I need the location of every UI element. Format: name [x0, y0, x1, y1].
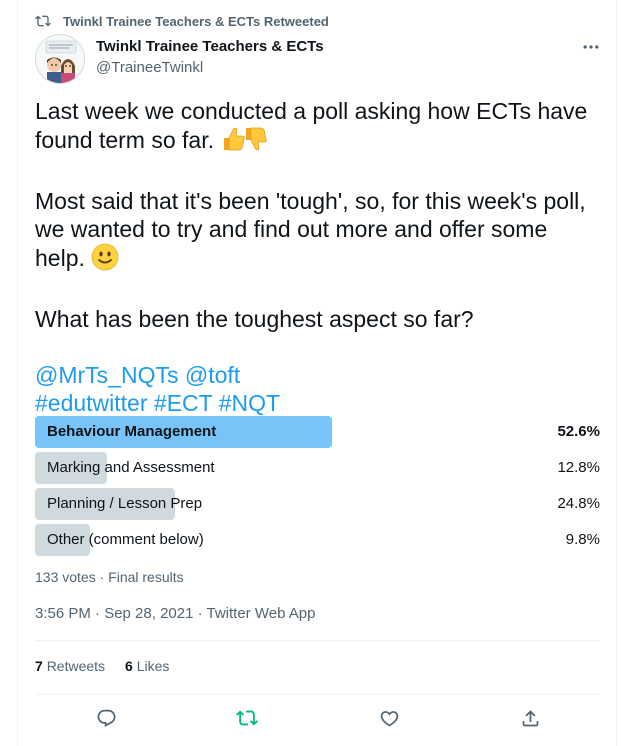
- likes-label: Likes: [136, 658, 170, 674]
- column-border-right: [616, 0, 617, 746]
- action-bar: [35, 700, 600, 736]
- poll-option-label: Planning / Lesson Prep: [47, 495, 203, 512]
- more-options-button[interactable]: [576, 34, 606, 60]
- heart-icon: [380, 710, 398, 727]
- poll-option-label: Behaviour Management: [47, 423, 217, 440]
- retweet-button[interactable]: [235, 706, 259, 730]
- retweets-label: Retweets: [46, 658, 106, 674]
- author-handle[interactable]: @TraineeTwinkl: [96, 59, 203, 76]
- poll-option-percent: 12.8%: [557, 459, 600, 476]
- tweet-text-segment: What has been the toughest aspect so far…: [35, 306, 474, 332]
- retweet-banner[interactable]: Twinkl Trainee Teachers & ECTs Retweeted: [35, 12, 329, 30]
- poll-option-percent: 9.8%: [565, 531, 600, 548]
- tweet-text-segment: help.: [35, 245, 85, 271]
- tweet-line: found term so far.: [35, 125, 610, 159]
- avatar-image: [36, 35, 84, 83]
- tweet-timestamp[interactable]: 3:56 PM · Sep 28, 2021 · Twitter Web App: [35, 605, 315, 622]
- tweet-text-segment: Most said that it's been 'tough', so, fo…: [35, 188, 586, 214]
- poll-option: Planning / Lesson Prep 24.8%: [35, 488, 602, 520]
- retweet-banner-text: Twinkl Trainee Teachers & ECTs Retweeted: [63, 13, 329, 29]
- hashtag-link[interactable]: #NQT: [219, 390, 280, 416]
- author-name[interactable]: Twinkl Trainee Teachers & ECTs: [96, 38, 324, 55]
- retweet-icon: [35, 15, 51, 27]
- hashtag-link[interactable]: #ECT: [154, 390, 212, 416]
- poll-option: Other (comment below) 9.8%: [35, 524, 602, 556]
- share-button[interactable]: [518, 706, 542, 730]
- divider: [35, 694, 600, 695]
- tweet-text-segment: we wanted to try and find out more and o…: [35, 216, 548, 242]
- tweet-line: Last week we conducted a poll asking how…: [35, 97, 610, 125]
- engagement-stats: 7 Retweets 6 Likes: [35, 658, 169, 674]
- likes-stat[interactable]: 6 Likes: [125, 658, 169, 674]
- slightly-smiling-emoji: [91, 243, 119, 277]
- tweet-text-segment: found term so far.: [35, 127, 214, 153]
- retweets-count: 7: [35, 658, 43, 674]
- avatar[interactable]: [35, 34, 85, 84]
- retweet-icon: [236, 710, 258, 726]
- mention-link[interactable]: @MrTs_NQTs: [35, 362, 178, 388]
- hashtag-link[interactable]: #edutwitter: [35, 390, 148, 416]
- poll-option-label: Other (comment below): [47, 531, 204, 548]
- tweet-line: #edutwitter #ECT #NQT: [35, 389, 610, 417]
- column-border-left: [17, 0, 18, 746]
- thumbs-up-down-emoji: [220, 125, 268, 159]
- share-icon: [522, 709, 538, 726]
- mention-link[interactable]: @toft: [185, 362, 240, 388]
- tweet-line: help.: [35, 243, 610, 277]
- poll-option: Behaviour Management 52.6%: [35, 416, 602, 448]
- tweet-line: @MrTs_NQTs @toft: [35, 361, 610, 389]
- poll-option-percent: 24.8%: [557, 495, 600, 512]
- poll-option-label: Marking and Assessment: [47, 459, 215, 476]
- poll: Behaviour Management 52.6% Marking and A…: [35, 416, 602, 560]
- like-button[interactable]: [377, 706, 401, 730]
- likes-count: 6: [125, 658, 133, 674]
- retweets-stat[interactable]: 7 Retweets: [35, 658, 105, 674]
- reply-button[interactable]: [94, 706, 118, 730]
- poll-option: Marking and Assessment 12.8%: [35, 452, 602, 484]
- reply-icon: [97, 709, 115, 727]
- tweet-text-segment: Last week we conducted a poll asking how…: [35, 98, 588, 124]
- poll-meta: 133 votes · Final results: [35, 569, 184, 585]
- poll-option-percent: 52.6%: [557, 423, 600, 440]
- tweet-text: Last week we conducted a poll asking how…: [35, 97, 610, 417]
- tweet-line: Most said that it's been 'tough', so, fo…: [35, 187, 610, 215]
- more-dots-icon: [583, 45, 599, 49]
- tweet-line: we wanted to try and find out more and o…: [35, 215, 610, 243]
- divider: [35, 640, 600, 641]
- tweet-line: What has been the toughest aspect so far…: [35, 305, 610, 333]
